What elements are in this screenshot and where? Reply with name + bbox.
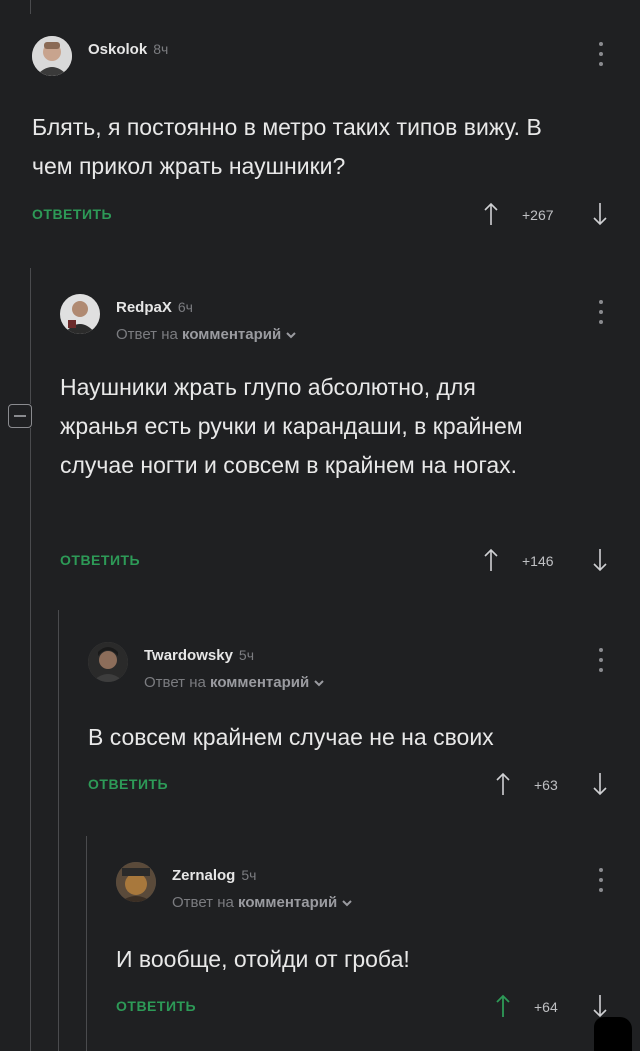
more-vertical-icon[interactable] [598,42,604,68]
thread-line-level-1-lower [30,428,31,1051]
reply-to-link[interactable]: Ответ на комментарий [116,326,297,343]
chevron-down-icon [286,332,296,339]
comment-time: 5ч [241,867,257,883]
comment-actions: ОТВЕТИТЬ +267 [32,202,607,232]
redaction-blot [594,1017,632,1051]
thread-line-top [30,0,31,14]
comment-author[interactable]: Oskolok 8ч [88,41,168,58]
comment-text: И вообще, отойди от гроба! [116,946,410,972]
arrow-up-icon[interactable] [496,994,510,1018]
comment-actions: ОТВЕТИТЬ +64 [116,994,607,1024]
avatar[interactable] [32,36,72,76]
comment-author[interactable]: Zernalog 5ч [172,867,256,884]
arrow-up-icon[interactable] [484,202,498,226]
chevron-down-icon [342,900,352,907]
arrow-up-icon[interactable] [484,548,498,572]
more-vertical-icon[interactable] [598,300,604,326]
arrow-down-icon[interactable] [593,202,607,226]
thread-line-level-3 [86,836,87,1051]
arrow-down-icon[interactable] [593,548,607,572]
reply-button[interactable]: ОТВЕТИТЬ [32,206,112,222]
comment-actions: ОТВЕТИТЬ +146 [60,548,607,578]
comment-author[interactable]: Twardowsky 5ч [144,647,254,664]
collapse-thread-icon[interactable] [8,404,32,428]
avatar[interactable] [116,862,156,902]
comment-text: Наушники жрать глупо абсолютно, для жран… [60,374,523,478]
reply-to-link[interactable]: Ответ на комментарий [172,894,353,911]
comment-time: 6ч [177,299,193,315]
arrow-up-icon[interactable] [496,772,510,796]
thread-line-level-1 [30,268,31,404]
comment-author[interactable]: RedpaX 6ч [116,299,193,316]
comment-text: Блять, я постоянно в метро таких типов в… [32,114,542,179]
comment-score: +64 [534,999,558,1015]
arrow-down-icon[interactable] [593,994,607,1018]
chevron-down-icon [314,680,324,687]
reply-button[interactable]: ОТВЕТИТЬ [116,998,196,1014]
comment-text: В совсем крайнем случае не на своих [88,724,494,750]
arrow-down-icon[interactable] [593,772,607,796]
more-vertical-icon[interactable] [598,868,604,894]
reply-to-link[interactable]: Ответ на комментарий [144,674,325,691]
comment-score: +63 [534,777,558,793]
avatar[interactable] [88,642,128,682]
comment-time: 8ч [153,41,169,57]
comment-score: +267 [522,207,554,223]
comment-time: 5ч [238,647,255,663]
avatar[interactable] [60,294,100,334]
more-vertical-icon[interactable] [598,648,604,674]
comment-score: +146 [522,553,554,569]
comment-actions: ОТВЕТИТЬ +63 [88,772,607,802]
reply-button[interactable]: ОТВЕТИТЬ [88,776,168,792]
thread-line-level-2 [58,610,59,1051]
reply-button[interactable]: ОТВЕТИТЬ [60,552,140,568]
